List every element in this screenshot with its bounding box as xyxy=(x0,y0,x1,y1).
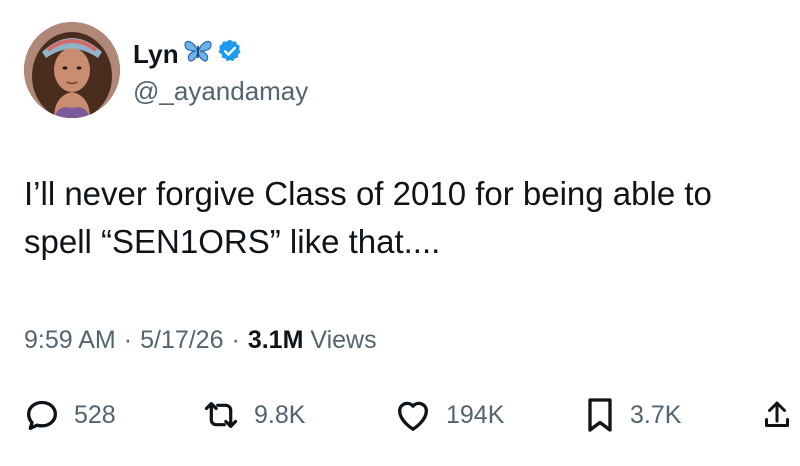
bookmark-button[interactable]: 3.7K xyxy=(582,390,681,440)
tweet-date[interactable]: 5/17/26 xyxy=(140,326,223,355)
like-button[interactable]: 194K xyxy=(392,390,504,440)
meta-separator: · xyxy=(231,326,240,354)
avatar-photo xyxy=(24,22,120,118)
like-count: 194K xyxy=(446,400,505,429)
author-display-name-row[interactable]: Lyn xyxy=(133,38,243,71)
tweet-text: I’ll never forgive Class of 2010 for bei… xyxy=(24,175,712,260)
reply-button[interactable]: 528 xyxy=(22,390,116,440)
bookmark-count: 3.7K xyxy=(630,400,682,429)
action-bar: 528 9.8K 194K 3.7K xyxy=(22,390,792,440)
share-icon xyxy=(762,395,792,435)
tweet-meta: 9:59 AM · 5/17/26 · 3.1M Views xyxy=(24,326,377,355)
bookmark-icon xyxy=(582,395,618,435)
reply-icon xyxy=(22,395,62,435)
avatar[interactable] xyxy=(24,22,120,118)
verified-badge-icon[interactable] xyxy=(217,38,243,71)
heart-icon xyxy=(392,395,434,435)
butterfly-icon xyxy=(183,38,213,71)
repost-button[interactable]: 9.8K xyxy=(200,390,305,440)
views-count: 3.1M xyxy=(247,326,304,354)
author-handle[interactable]: @_ayandamay xyxy=(133,76,308,107)
meta-separator: · xyxy=(123,326,133,354)
views-label: Views xyxy=(310,326,377,354)
share-button[interactable] xyxy=(762,390,792,440)
repost-count: 9.8K xyxy=(254,400,306,429)
tweet-time[interactable]: 9:59 AM xyxy=(24,326,116,355)
author-display-name[interactable]: Lyn xyxy=(133,39,179,70)
repost-icon xyxy=(200,395,242,435)
reply-count: 528 xyxy=(74,400,116,429)
